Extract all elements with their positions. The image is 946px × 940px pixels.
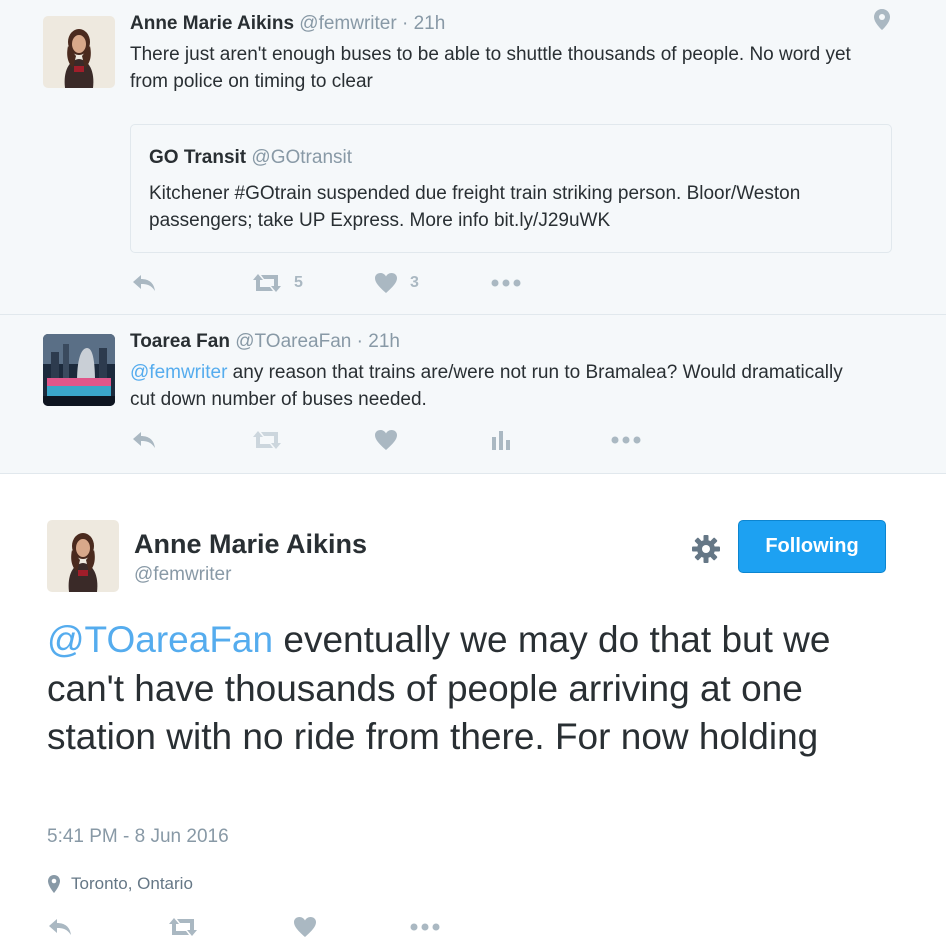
like-count: 3 bbox=[410, 274, 419, 291]
quoted-author-handle: @GOtransit bbox=[251, 147, 353, 168]
reply-icon bbox=[133, 432, 155, 448]
reply-button[interactable] bbox=[131, 427, 157, 453]
quoted-author-name: GO Transit bbox=[149, 147, 247, 168]
like-button[interactable]: 3 bbox=[374, 270, 419, 296]
retweet-icon bbox=[253, 274, 281, 292]
author-name[interactable]: Anne Marie Aikins bbox=[130, 13, 294, 34]
location-label: Toronto, Ontario bbox=[71, 874, 193, 893]
tweet-time[interactable]: · 21h bbox=[402, 13, 445, 34]
like-button[interactable] bbox=[293, 914, 317, 940]
retweet-button[interactable]: 5 bbox=[252, 270, 303, 296]
retweet-count: 5 bbox=[294, 274, 303, 291]
heart-icon bbox=[375, 273, 397, 293]
author-handle[interactable]: @femwriter bbox=[299, 13, 396, 34]
more-dots-icon bbox=[410, 923, 440, 931]
location-pin-icon bbox=[48, 875, 60, 893]
mention-link[interactable]: @TOareaFan bbox=[47, 619, 273, 660]
heart-icon bbox=[375, 430, 397, 450]
retweet-icon bbox=[169, 918, 197, 936]
tweet-text: @femwriter any reason that trains are/we… bbox=[130, 359, 870, 413]
main-tweet-text: @TOareaFan eventually we may do that but… bbox=[47, 616, 917, 762]
mention-link[interactable]: @femwriter bbox=[130, 362, 227, 383]
more-button[interactable] bbox=[491, 270, 521, 296]
reply-button[interactable] bbox=[47, 914, 73, 940]
retweet-icon bbox=[253, 431, 281, 449]
tweet-location[interactable]: Toronto, Ontario bbox=[47, 874, 193, 894]
conversation-tweet-1[interactable]: Anne Marie Aikins @femwriter · 21h There… bbox=[0, 0, 946, 315]
more-dots-icon bbox=[611, 436, 641, 444]
avatar[interactable] bbox=[43, 16, 115, 88]
tweet-header: Toarea Fan @TOareaFan · 21h bbox=[130, 331, 400, 353]
tweet-timestamp[interactable]: 5:41 PM - 8 Jun 2016 bbox=[47, 826, 229, 848]
reply-icon bbox=[49, 919, 71, 935]
tweet-body: any reason that trains are/were not run … bbox=[130, 362, 843, 410]
retweet-button[interactable] bbox=[252, 427, 282, 453]
gear-icon[interactable] bbox=[690, 533, 722, 565]
quoted-header: GO Transit @GOtransit bbox=[149, 147, 352, 169]
analytics-bars-icon bbox=[492, 431, 510, 450]
reply-button[interactable] bbox=[131, 270, 157, 296]
reply-icon bbox=[133, 275, 155, 291]
heart-icon bbox=[294, 917, 316, 937]
more-dots-icon bbox=[491, 279, 521, 287]
tweet-header: Anne Marie Aikins @femwriter · 21h bbox=[130, 13, 445, 35]
main-author-handle[interactable]: @femwriter bbox=[134, 564, 231, 586]
location-pin-icon[interactable] bbox=[872, 8, 892, 37]
more-button[interactable] bbox=[410, 914, 440, 940]
avatar[interactable] bbox=[43, 334, 115, 406]
analytics-button[interactable] bbox=[491, 427, 511, 453]
like-button[interactable] bbox=[374, 427, 398, 453]
following-button[interactable]: Following bbox=[738, 520, 886, 573]
retweet-button[interactable] bbox=[168, 914, 198, 940]
author-handle[interactable]: @TOareaFan bbox=[235, 331, 351, 352]
conversation-tweet-2[interactable]: Toarea Fan @TOareaFan · 21h @femwriter a… bbox=[0, 315, 946, 474]
quoted-tweet[interactable]: GO Transit @GOtransit Kitchener #GOtrain… bbox=[130, 124, 892, 253]
main-author-name[interactable]: Anne Marie Aikins bbox=[134, 529, 367, 560]
main-avatar[interactable] bbox=[47, 520, 119, 592]
tweet-text: There just aren't enough buses to be abl… bbox=[130, 44, 851, 92]
quoted-text: Kitchener #GOtrain suspended due freight… bbox=[149, 183, 801, 231]
more-button[interactable] bbox=[611, 427, 641, 453]
author-name[interactable]: Toarea Fan bbox=[130, 331, 230, 352]
tweet-time[interactable]: · 21h bbox=[357, 331, 400, 352]
